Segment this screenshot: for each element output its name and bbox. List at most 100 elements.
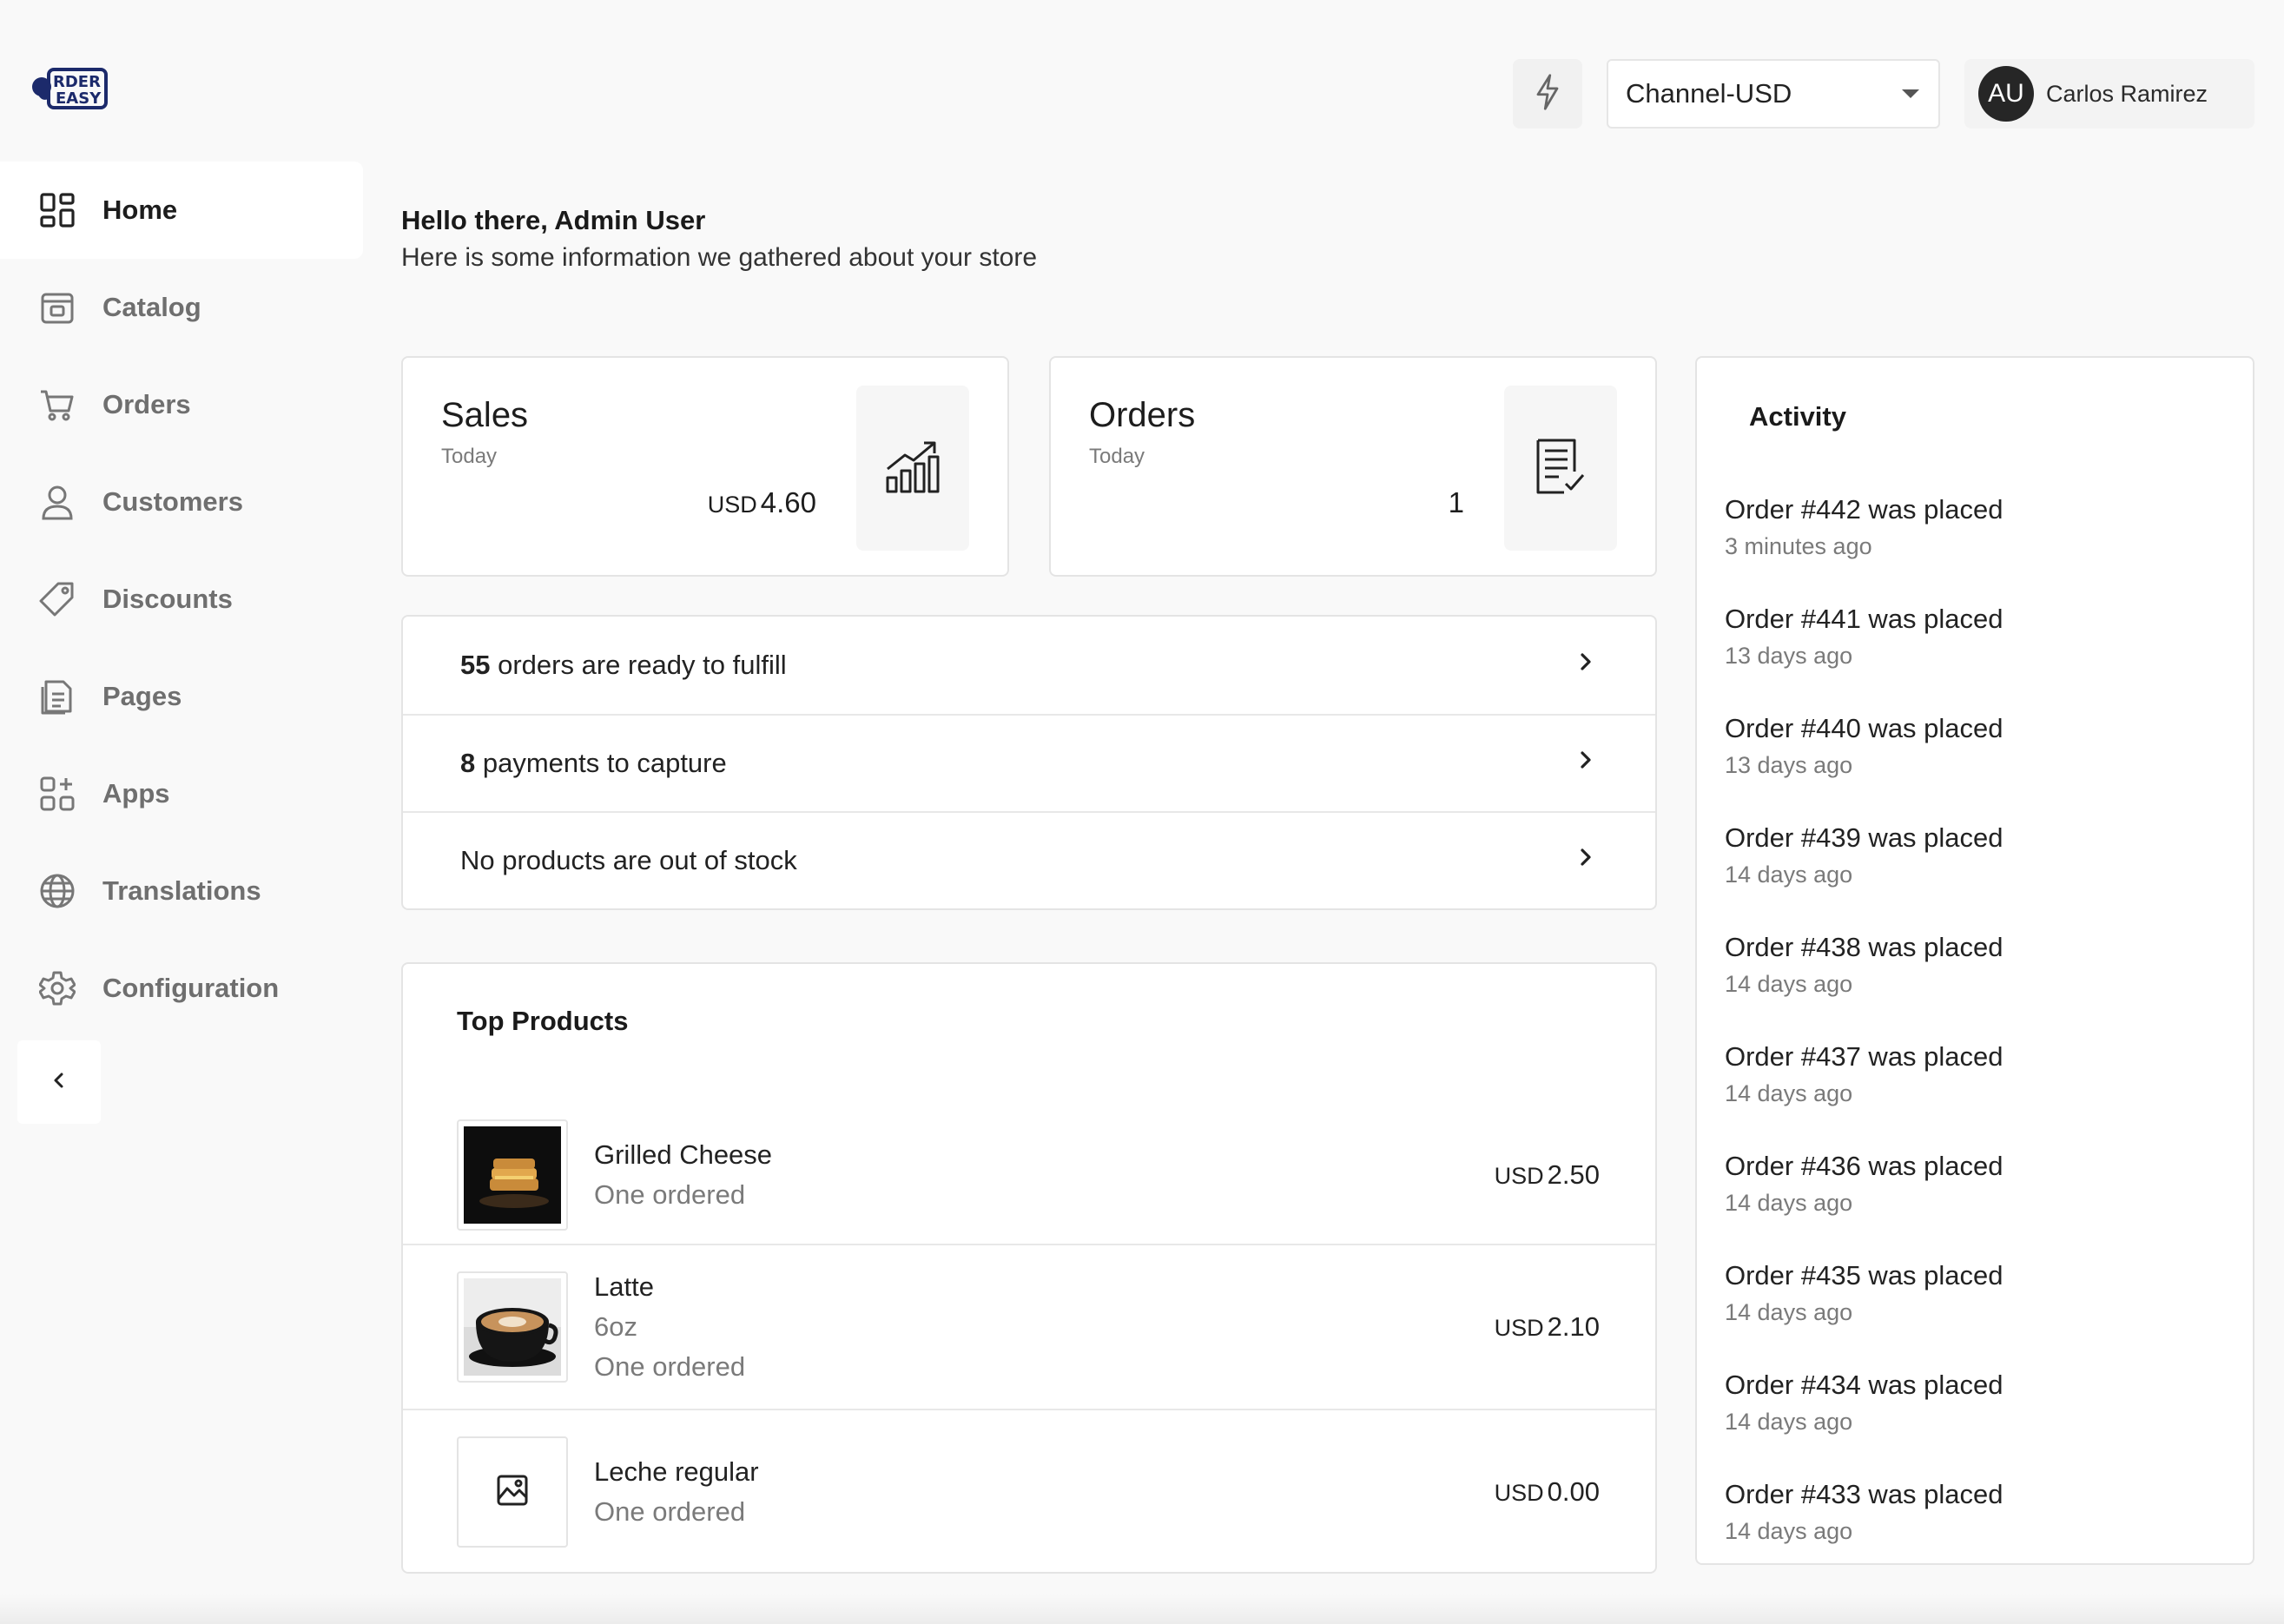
product-name: Latte [594,1271,654,1302]
logo-text-top: RDER [53,73,101,91]
activity-time: 14 days ago [1725,862,1853,888]
sidebar-item-label: Apps [102,778,170,809]
alert-text: 55 orders are ready to fulfill [460,650,787,680]
activity-item[interactable]: Order #433 was placed 14 days ago [1725,1476,2003,1549]
chevron-right-icon [1577,845,1594,876]
alert-payments-to-capture[interactable]: 8 payments to capture [403,714,1655,811]
page-subtitle: Here is some information we gathered abo… [401,243,1038,272]
store-alerts-list: 55 orders are ready to fulfill 8 payment… [401,615,1657,910]
chevron-right-icon [1577,748,1594,779]
orders-card-title: Orders [1089,396,1196,434]
activity-text: Order #442 was placed [1725,494,2003,525]
activity-text: Order #438 was placed [1725,932,2003,962]
product-price: USD 0.00 [1494,1476,1600,1507]
sales-icon-box [856,386,969,551]
activity-item[interactable]: Order #441 was placed 13 days ago [1725,601,2003,674]
sidebar-item-label: Configuration [102,973,280,1003]
activity-text: Order #436 was placed [1725,1151,2003,1181]
caret-down-icon [1902,89,1919,98]
alert-out-of-stock[interactable]: No products are out of stock [403,811,1655,908]
chart-trending-up-icon [884,438,941,499]
orders-card-value: 1 [1448,486,1464,518]
page-title: Hello there, Admin User [401,205,706,235]
product-thumbnail [457,1119,568,1231]
apps-icon [38,775,76,813]
sidebar-item-apps[interactable]: Apps [0,745,363,842]
orders-card-period: Today [1089,445,1145,468]
activity-item[interactable]: Order #439 was placed 14 days ago [1725,820,2003,893]
sales-card-value: USD 4.60 [708,486,816,519]
activity-time: 14 days ago [1725,1518,1853,1544]
sidebar-item-label: Translations [102,875,261,906]
sidebar-item-configuration[interactable]: Configuration [0,940,363,1037]
product-price: USD 2.10 [1494,1311,1600,1342]
activity-text: Order #439 was placed [1725,822,2003,853]
sidebar-item-label: Customers [102,486,243,517]
page-bottom-edge [0,1594,2284,1624]
sales-card-title: Sales [441,396,529,434]
checklist-icon [1535,437,1587,500]
product-info: Grilled Cheese One ordered [594,1135,1495,1215]
sidebar-item-translations[interactable]: Translations [0,842,363,940]
sidebar-item-home[interactable]: Home [0,162,363,259]
sidebar-item-label: Catalog [102,292,201,322]
activity-item[interactable]: Order #436 was placed 14 days ago [1725,1148,2003,1221]
catalog-icon [38,288,76,327]
activity-time: 3 minutes ago [1725,533,1872,559]
quick-actions-button[interactable] [1513,59,1582,129]
activity-time: 13 days ago [1725,752,1853,778]
sidebar-item-label: Pages [102,681,182,711]
sidebar-item-pages[interactable]: Pages [0,648,363,745]
logo-text-bottom: EASY [56,89,102,108]
sidebar-item-label: Discounts [102,584,233,614]
user-menu[interactable]: AU Carlos Ramirez [1964,59,2254,129]
activity-item[interactable]: Order #442 was placed 3 minutes ago [1725,492,2003,564]
sidebar-item-label: Orders [102,389,191,419]
activity-text: Order #440 was placed [1725,713,2003,743]
activity-text: Order #435 was placed [1725,1260,2003,1291]
activity-item[interactable]: Order #434 was placed 14 days ago [1725,1367,2003,1440]
activity-panel: Activity Order #442 was placed 3 minutes … [1695,356,2254,1565]
orders-card: Orders Today 1 [1049,356,1657,577]
globe-icon [38,872,76,910]
activity-time: 14 days ago [1725,1409,1853,1435]
grilled-cheese-image [464,1126,561,1224]
activity-time: 14 days ago [1725,1299,1853,1325]
product-ordered: One ordered [594,1496,746,1527]
sidebar-item-catalog[interactable]: Catalog [0,259,363,356]
sales-amount: 4.60 [760,486,816,518]
alert-orders-to-fulfill[interactable]: 55 orders are ready to fulfill [403,617,1655,714]
sales-currency: USD [707,492,757,518]
sidebar-item-orders[interactable]: Orders [0,356,363,453]
product-info: Latte 6oz One ordered [594,1267,1495,1387]
activity-time: 13 days ago [1725,643,1853,669]
chevron-right-icon [1577,650,1594,681]
top-products-title: Top Products [457,1006,629,1036]
brand-logo[interactable]: RDER EASY [30,64,109,113]
collapse-sidebar-button[interactable] [17,1040,101,1124]
chevron-left-icon [50,1070,68,1095]
activity-text: Order #437 was placed [1725,1041,2003,1072]
product-row[interactable]: Grilled Cheese One ordered USD 2.50 [403,1093,1655,1258]
user-name: Carlos Ramirez [2046,80,2208,107]
activity-item[interactable]: Order #435 was placed 14 days ago [1725,1258,2003,1330]
activity-item[interactable]: Order #437 was placed 14 days ago [1725,1039,2003,1112]
sales-card: Sales Today USD 4.60 [401,356,1009,577]
activity-item[interactable]: Order #438 was placed 14 days ago [1725,929,2003,1002]
product-row[interactable]: Latte 6oz One ordered USD 2.10 [403,1244,1655,1409]
sales-card-period: Today [441,445,498,468]
orders-icon-box [1504,386,1617,551]
gear-icon [38,969,76,1007]
product-row[interactable]: Leche regular One ordered USD 0.00 [403,1409,1655,1574]
top-products-card: Top Products Grilled Cheese One ordered … [401,962,1657,1574]
activity-time: 14 days ago [1725,1190,1853,1216]
avatar: AU [1978,66,2034,122]
product-thumbnail [457,1436,568,1548]
sidebar-item-customers[interactable]: Customers [0,453,363,551]
product-ordered: One ordered [594,1179,746,1210]
product-name: Grilled Cheese [594,1139,773,1170]
sidebar-item-discounts[interactable]: Discounts [0,551,363,648]
alert-text: 8 payments to capture [460,748,727,778]
activity-item[interactable]: Order #440 was placed 13 days ago [1725,710,2003,783]
channel-select[interactable]: Channel-USD [1607,59,1940,129]
